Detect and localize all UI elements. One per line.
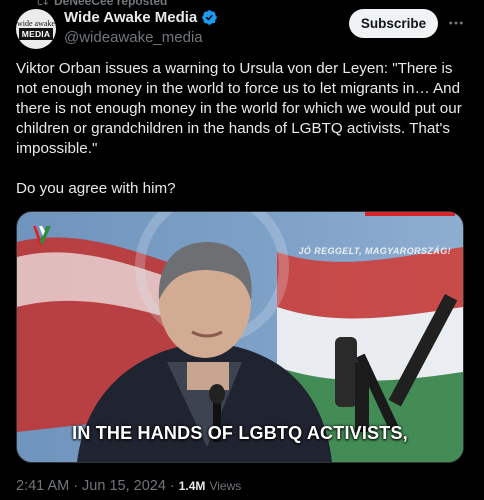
post-time[interactable]: 2:41 AM [16, 478, 69, 494]
meta-separator: · [73, 478, 79, 494]
more-dots-icon [449, 21, 463, 25]
more-button[interactable] [446, 13, 466, 33]
avatar-text-top: wide awake [17, 18, 55, 28]
verified-badge-icon [202, 10, 218, 25]
repost-text: DeNeeCee reposted [54, 0, 168, 8]
channel-logo-icon [33, 226, 51, 246]
views-label: Views [209, 479, 242, 493]
author-name[interactable]: Wide Awake Media [64, 9, 218, 26]
meta-separator: · [169, 478, 175, 494]
video-caption: IN THE HANDS OF LGBTQ ACTIVISTS, [72, 423, 408, 443]
video-ticker: JÓ REGGELT, MAGYARORSZÁG! [298, 246, 451, 256]
ticker-bar [365, 212, 455, 216]
post-date[interactable]: Jun 15, 2024 [82, 478, 166, 494]
author-handle[interactable]: @wideawake_media [64, 29, 203, 46]
repost-indicator[interactable]: DeNeeCee reposted [36, 0, 167, 8]
video-player[interactable]: JÓ REGGELT, MAGYARORSZÁG! IN THE HANDS O… [16, 211, 464, 463]
avatar[interactable]: wide awake MEDIA [16, 9, 56, 49]
post-text: Viktor Orban issues a warning to Ursula … [16, 59, 468, 199]
repost-icon [37, 0, 48, 6]
subscribe-button[interactable]: Subscribe [349, 9, 438, 38]
author-name-label: Wide Awake Media [64, 9, 198, 26]
post-paragraph: Viktor Orban issues a warning to Ursula … [16, 60, 462, 157]
views-count[interactable]: 1.4M [179, 479, 206, 493]
avatar-text-bottom: MEDIA [18, 27, 54, 40]
post-question: Do you agree with him? [16, 180, 176, 197]
post-metadata: 2:41 AM · Jun 15, 2024 · 1.4M Views [16, 478, 241, 494]
